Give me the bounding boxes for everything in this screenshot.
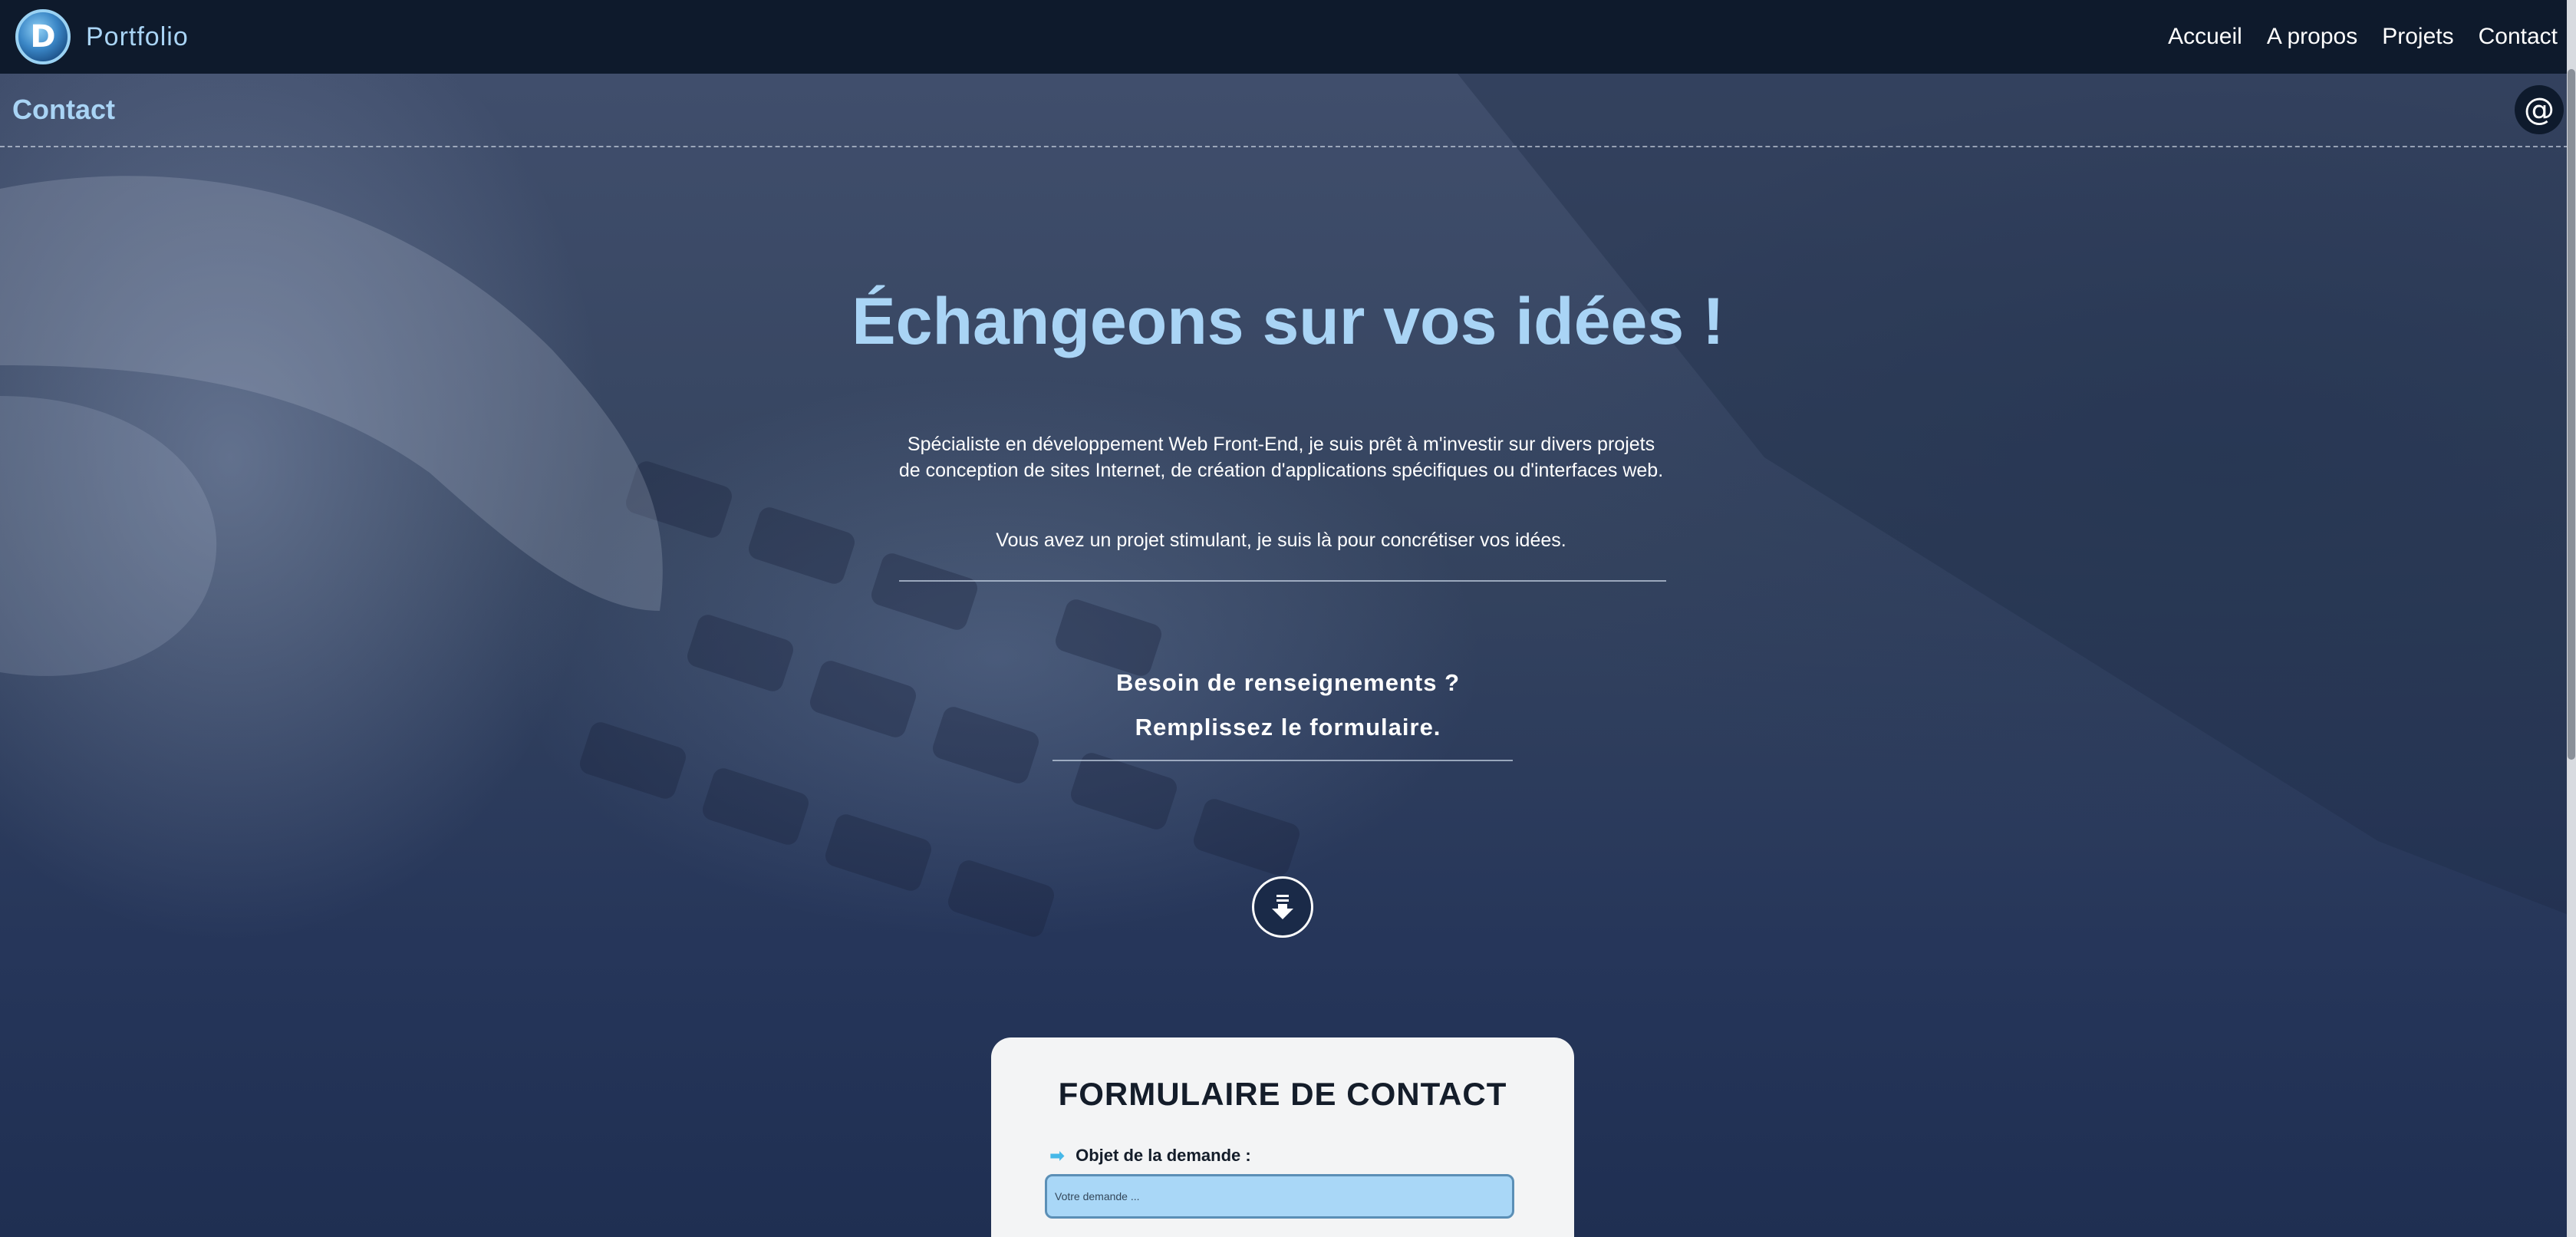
page-scrollbar[interactable] — [2567, 0, 2576, 1237]
arrow-down-icon — [1272, 895, 1293, 919]
hero-title: Échangeons sur vos idées ! — [852, 285, 1724, 358]
cta-line-2: Remplissez le formulaire. — [1135, 714, 1441, 741]
arrow-right-icon: ➡ — [1049, 1145, 1066, 1166]
nav-link-projets[interactable]: Projets — [2382, 24, 2453, 50]
scroll-down-button[interactable] — [1252, 876, 1313, 938]
nav-link-a-propos[interactable]: A propos — [2267, 24, 2357, 50]
subject-input[interactable] — [1045, 1174, 1514, 1219]
main-nav: Accueil A propos Projets Contact — [2168, 24, 2558, 50]
page-title: Contact — [12, 94, 115, 125]
top-navbar: D Portfolio Accueil A propos Projets Con… — [0, 0, 2576, 74]
brand-title[interactable]: Portfolio — [86, 22, 189, 52]
page-header: Contact @ — [0, 74, 2576, 147]
intro-paragraph: Spécialiste en développement Web Front-E… — [898, 434, 1664, 481]
form-title: FORMULAIRE DE CONTACT — [1058, 1076, 1507, 1112]
nav-link-accueil[interactable]: Accueil — [2168, 24, 2242, 50]
intro-paragraph-2: Vous avez un projet stimulant, je suis l… — [996, 529, 1566, 551]
nav-link-contact[interactable]: Contact — [2479, 24, 2558, 50]
scrollbar-thumb[interactable] — [2568, 69, 2575, 760]
at-icon[interactable]: @ — [2515, 85, 2564, 134]
brand[interactable]: D Portfolio — [15, 9, 189, 64]
cta-line-1: Besoin de renseignements ? — [1115, 669, 1461, 696]
page: D Portfolio Accueil A propos Projets Con… — [0, 0, 2576, 1237]
logo-icon[interactable]: D — [15, 9, 71, 64]
contact-form-card: FORMULAIRE DE CONTACT ➡ Objet de la dema… — [991, 1037, 1574, 1237]
divider — [899, 580, 1666, 582]
subject-label: ➡ Objet de la demande : — [1049, 1145, 1516, 1166]
divider-short — [1052, 760, 1513, 761]
subject-label-text: Objet de la demande : — [1076, 1146, 1251, 1165]
